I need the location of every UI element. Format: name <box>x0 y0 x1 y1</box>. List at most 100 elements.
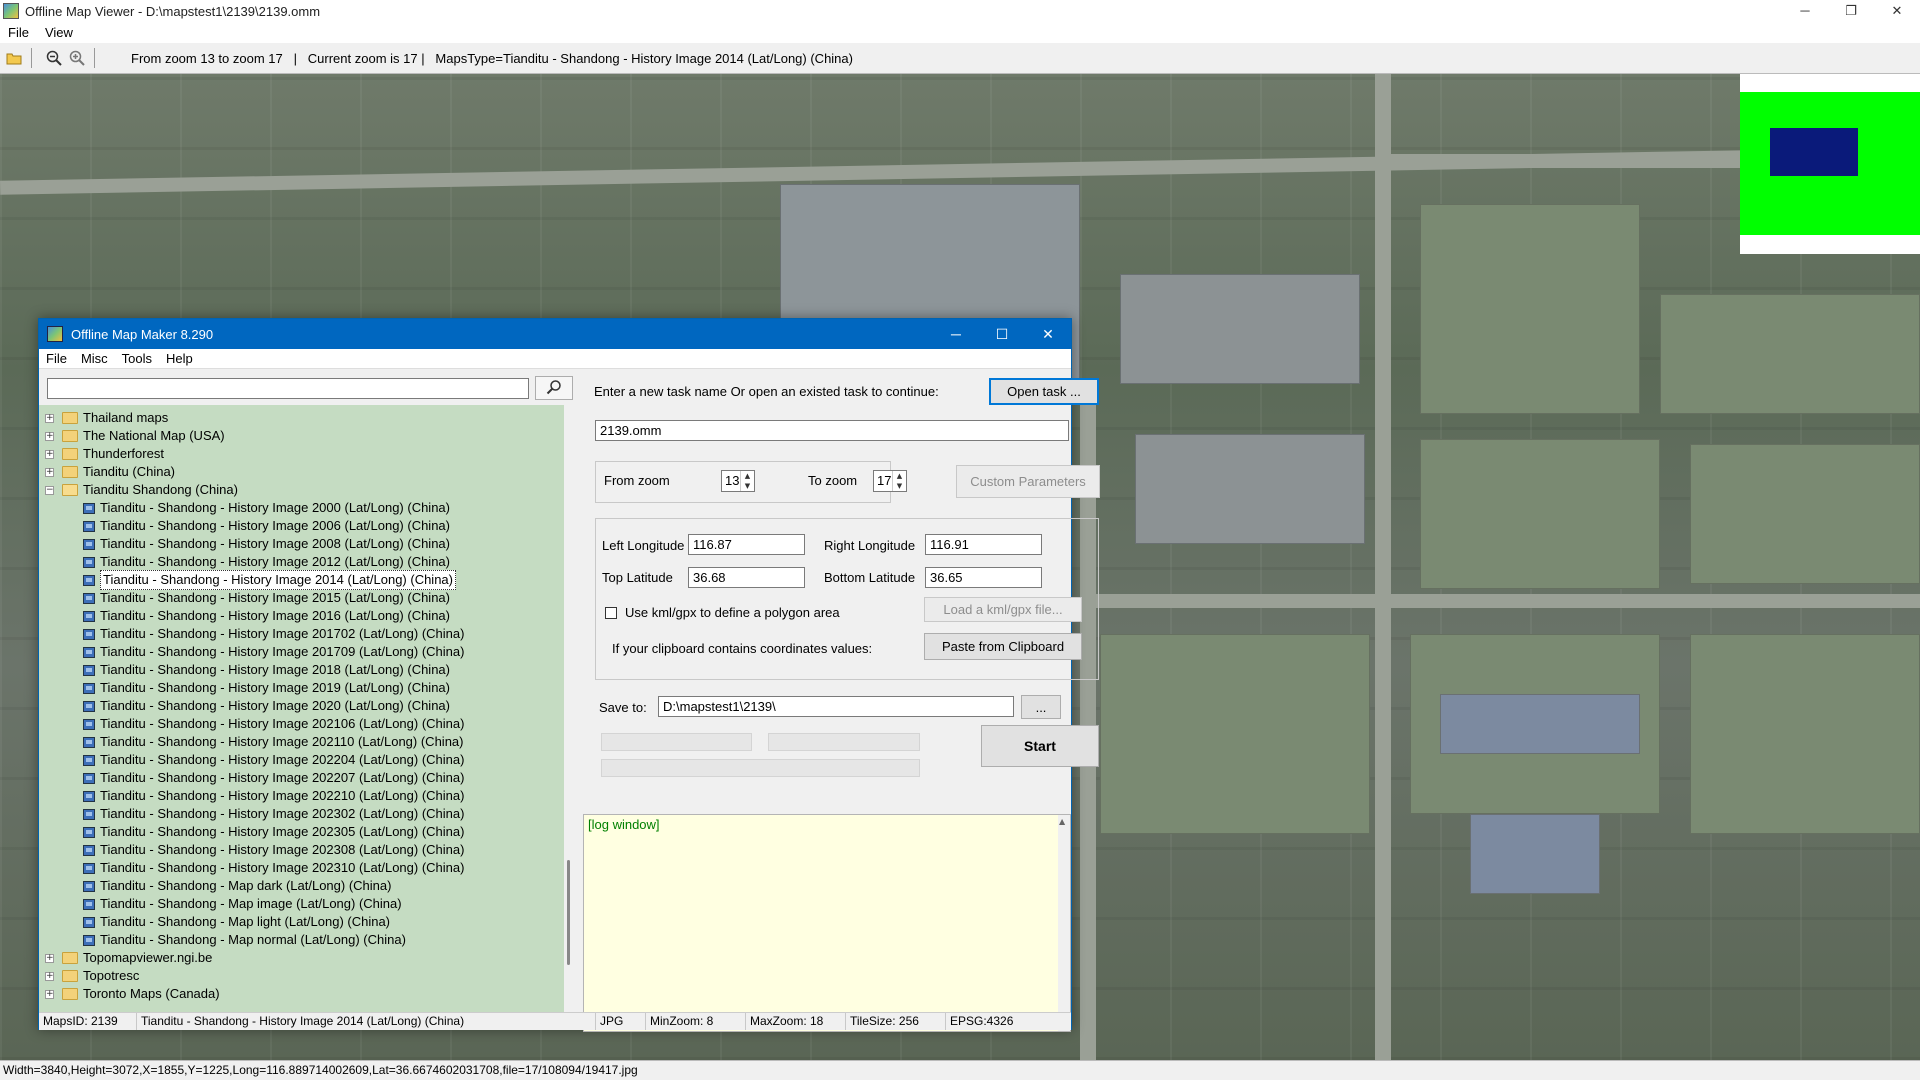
tree-map-item[interactable]: Tianditu - Shandong - History Image 2023… <box>83 823 464 841</box>
tree-folder[interactable]: + Topotresc <box>45 967 139 985</box>
folder-icon <box>62 448 78 460</box>
bottom-latitude-label: Bottom Latitude <box>824 570 916 585</box>
tree-folder[interactable]: + The National Map (USA) <box>45 427 225 445</box>
restore-button[interactable]: ❐ <box>1828 0 1874 22</box>
bottom-latitude-input[interactable]: 36.65 <box>925 567 1042 588</box>
paste-clipboard-button[interactable]: Paste from Clipboard <box>924 633 1082 660</box>
kml-checkbox[interactable] <box>605 607 617 619</box>
status-maps-name: Tianditu - Shandong - History Image 2014… <box>137 1013 596 1030</box>
dialog-close-button[interactable]: ✕ <box>1025 319 1071 349</box>
map-block <box>1690 444 1920 584</box>
task-pane: Enter a new task name Or open an existed… <box>583 369 1100 1032</box>
toolbar-separator <box>94 48 95 68</box>
tree-item-label: Tianditu - Shandong - History Image 2019… <box>100 680 450 695</box>
tree-folder[interactable]: − Tianditu Shandong (China) <box>45 481 238 499</box>
tree-map-item[interactable]: Tianditu - Shandong - History Image 2016… <box>83 607 450 625</box>
log-scrollbar[interactable]: ▲ ▼ <box>1058 815 1070 1031</box>
right-longitude-input[interactable]: 116.91 <box>925 534 1042 555</box>
top-latitude-input[interactable]: 36.68 <box>688 567 805 588</box>
tree-map-item[interactable]: Tianditu - Shandong - History Image 2021… <box>83 715 464 733</box>
log-window[interactable]: [log window] ▲ ▼ <box>583 814 1071 1032</box>
browse-button[interactable]: ... <box>1021 695 1061 719</box>
menu-file[interactable]: File <box>0 25 37 40</box>
tree-map-item[interactable]: Tianditu - Shandong - Map light (Lat/Lon… <box>83 913 390 931</box>
stepper-arrows-icon[interactable]: ▲ ▼ <box>740 471 754 491</box>
tree-item-label: Tianditu - Shandong - History Image 2023… <box>100 842 465 857</box>
expand-icon[interactable]: + <box>45 449 54 459</box>
status-epsg: EPSG:4326 <box>950 1014 1014 1028</box>
tree-map-item[interactable]: Tianditu - Shandong - History Image 2012… <box>83 553 450 571</box>
tree-folder[interactable]: + Topomapviewer.ngi.be <box>45 949 212 967</box>
tree-item-label: Tianditu (China) <box>83 464 176 479</box>
from-zoom-stepper[interactable]: 13 ▲ ▼ <box>721 470 755 492</box>
tree-folder[interactable]: + Tianditu (China) <box>45 463 175 481</box>
maps-tree[interactable]: + Thailand maps + The National Map (USA) + Th… <box>39 405 566 1013</box>
tree-scrollbar[interactable] <box>564 405 574 1013</box>
tree-folder[interactable]: + Thunderforest <box>45 445 164 463</box>
close-button[interactable]: ✕ <box>1874 0 1920 22</box>
tree-map-item[interactable]: Tianditu - Shandong - History Image 2017… <box>83 625 464 643</box>
custom-parameters-button[interactable]: Custom Parameters <box>956 465 1100 498</box>
search-input[interactable] <box>47 378 529 399</box>
stepper-arrows-icon[interactable]: ▲ ▼ <box>892 471 906 491</box>
open-folder-icon[interactable] <box>5 49 23 67</box>
dialog-menu-help[interactable]: Help <box>159 351 200 366</box>
tree-map-item[interactable]: Tianditu - Shandong - History Image 2021… <box>83 733 463 751</box>
start-button[interactable]: Start <box>981 725 1099 767</box>
tree-map-item[interactable]: Tianditu - Shandong - Map image (Lat/Lon… <box>83 895 402 913</box>
task-name-input[interactable]: 2139.omm <box>595 420 1069 441</box>
map-block <box>1660 294 1920 414</box>
tree-map-item[interactable]: Tianditu - Shandong - History Image 2023… <box>83 805 464 823</box>
zoom-out-icon[interactable] <box>45 49 63 67</box>
dialog-menu-tools[interactable]: Tools <box>115 351 159 366</box>
tree-map-item[interactable]: Tianditu - Shandong - Map dark (Lat/Long… <box>83 877 391 895</box>
overview-minimap[interactable] <box>1740 74 1920 254</box>
dialog-menu-misc[interactable]: Misc <box>74 351 115 366</box>
folder-icon <box>62 988 78 1000</box>
tree-map-item[interactable]: Tianditu - Shandong - History Image 2019… <box>83 679 450 697</box>
minimize-button[interactable]: ─ <box>1782 0 1828 22</box>
tree-scroll-thumb[interactable] <box>567 860 570 965</box>
tree-map-item[interactable]: Tianditu - Shandong - Map normal (Lat/Lo… <box>83 931 406 949</box>
tree-map-item[interactable]: Tianditu - Shandong - History Image 2022… <box>83 787 464 805</box>
dialog-maximize-button[interactable]: ☐ <box>979 319 1025 349</box>
tree-item-label: Tianditu Shandong (China) <box>83 482 238 497</box>
task-prompt-label: Enter a new task name Or open an existed… <box>594 384 939 399</box>
expand-icon[interactable]: + <box>45 953 54 963</box>
tree-folder[interactable]: + Thailand maps <box>45 409 168 427</box>
tree-map-item[interactable]: Tianditu - Shandong - History Image 2023… <box>83 841 464 859</box>
dialog-menu-file[interactable]: File <box>39 351 74 366</box>
tree-map-item[interactable]: Tianditu - Shandong - History Image 2022… <box>83 769 464 787</box>
tree-folder[interactable]: + Toronto Maps (Canada) <box>45 985 220 1003</box>
open-task-button[interactable]: Open task ... <box>989 378 1099 405</box>
tree-map-item[interactable]: Tianditu - Shandong - History Image 2000… <box>83 499 450 517</box>
tree-map-item[interactable]: Tianditu - Shandong - History Image 2017… <box>83 643 464 661</box>
expand-icon[interactable]: + <box>45 989 54 999</box>
tree-map-item[interactable]: Tianditu - Shandong - History Image 2008… <box>83 535 450 553</box>
expand-icon[interactable]: + <box>45 971 54 981</box>
scroll-up-icon[interactable]: ▲ <box>1059 817 1065 826</box>
tree-map-item[interactable]: Tianditu - Shandong - History Image 2018… <box>83 661 450 679</box>
minimap-viewport[interactable] <box>1770 128 1858 176</box>
left-longitude-input[interactable]: 116.87 <box>688 534 805 555</box>
map-road <box>1375 74 1391 1060</box>
tree-map-item[interactable]: Tianditu - Shandong - History Image 2020… <box>83 697 450 715</box>
expand-icon[interactable]: + <box>45 467 54 477</box>
tree-map-item[interactable]: Tianditu - Shandong - History Image 2015… <box>83 589 450 607</box>
tree-map-item[interactable]: Tianditu - Shandong - History Image 2022… <box>83 751 464 769</box>
zoom-in-icon[interactable] <box>68 49 86 67</box>
menu-view[interactable]: View <box>37 25 81 40</box>
tree-map-item[interactable]: Tianditu - Shandong - History Image 2023… <box>83 859 464 877</box>
search-button[interactable] <box>535 376 573 400</box>
load-kml-button[interactable]: Load a kml/gpx file... <box>924 597 1082 622</box>
tree-map-item[interactable]: Tianditu - Shandong - History Image 2006… <box>83 517 450 535</box>
to-zoom-stepper[interactable]: 17 ▲ ▼ <box>873 470 907 492</box>
collapse-icon[interactable]: − <box>45 485 54 495</box>
expand-icon[interactable]: + <box>45 431 54 441</box>
dialog-minimize-button[interactable]: ─ <box>933 319 979 349</box>
tree-map-item[interactable]: Tianditu - Shandong - History Image 2014… <box>83 570 456 590</box>
map-building <box>1470 814 1600 894</box>
tree-item-label: Tianditu - Shandong - History Image 2022… <box>100 788 465 803</box>
save-path-input[interactable]: D:\mapstest1\2139\ <box>658 696 1014 717</box>
expand-icon[interactable]: + <box>45 413 54 423</box>
